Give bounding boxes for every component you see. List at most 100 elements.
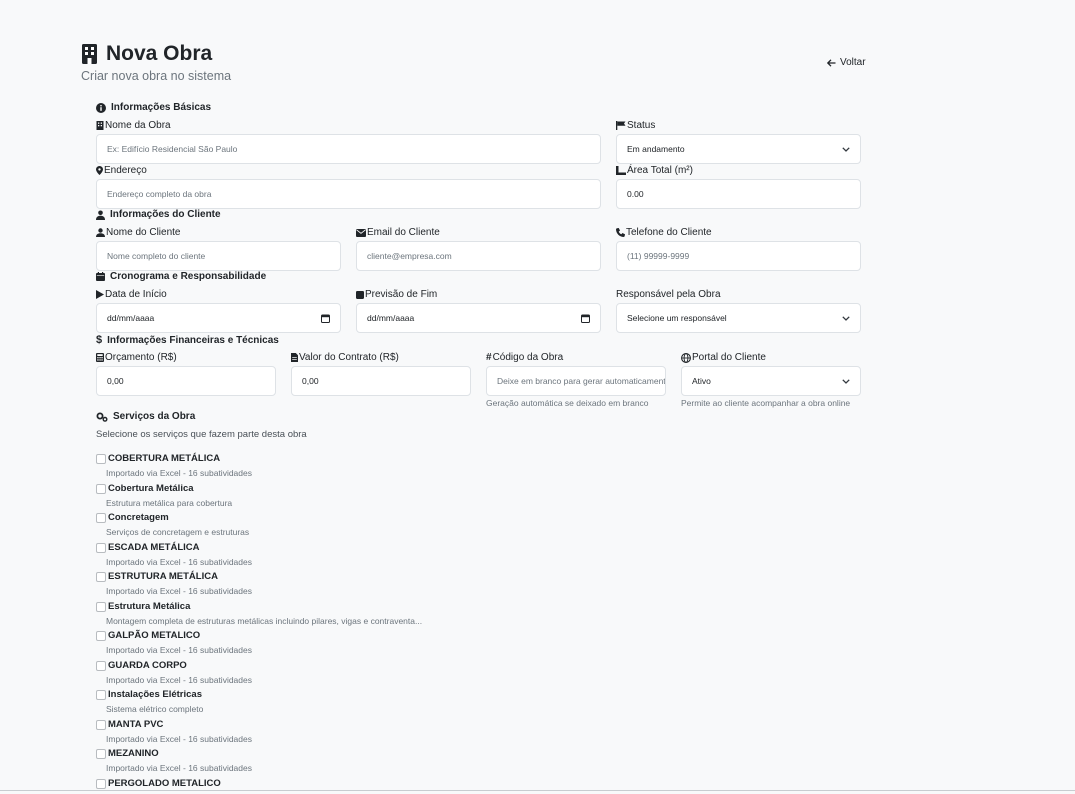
stop-icon <box>356 290 364 299</box>
client-email-label: Email do Cliente <box>356 227 440 238</box>
service-checkbox[interactable] <box>96 512 106 523</box>
building-icon <box>96 121 104 130</box>
budget-label: Orçamento (R$) <box>96 352 177 363</box>
service-name: Instalações Elétricas <box>108 689 202 700</box>
globe-icon <box>681 352 691 363</box>
service-checkbox[interactable] <box>96 630 106 641</box>
service-checkbox[interactable] <box>96 483 106 494</box>
service-item[interactable]: PERGOLADO METALICO <box>96 778 221 789</box>
chevron-down-icon <box>842 315 850 321</box>
page-title-text: Nova Obra <box>106 42 213 65</box>
service-checkbox[interactable] <box>96 689 106 700</box>
service-item[interactable]: ESTRUTURA METÁLICA <box>96 571 218 582</box>
service-description: Serviços de concretagem e estruturas <box>106 527 250 537</box>
area-label: Área Total (m²) <box>616 165 693 176</box>
budget-input[interactable]: 0,00 <box>96 366 276 396</box>
bottom-divider <box>0 790 1075 791</box>
section-client-info: Informações do Cliente <box>96 209 221 220</box>
service-name: GUARDA CORPO <box>108 660 187 671</box>
new-project-page: Nova Obra Criar nova obra no sistema Vol… <box>0 0 1075 790</box>
service-item[interactable]: GUARDA CORPO <box>96 660 187 671</box>
code-input[interactable]: Deixe em branco para gerar automaticamen… <box>486 366 666 396</box>
envelope-icon <box>356 228 366 237</box>
service-checkbox[interactable] <box>96 601 106 612</box>
end-date-input[interactable]: dd/mm/aaaa <box>356 303 601 333</box>
service-checkbox[interactable] <box>96 719 106 730</box>
calculator-icon <box>96 353 104 362</box>
phone-icon <box>616 228 625 237</box>
back-button[interactable]: Voltar <box>827 57 866 68</box>
responsible-select[interactable]: Selecione um responsável <box>616 303 861 333</box>
end-date-label: Previsão de Fim <box>356 289 437 300</box>
service-item[interactable]: Cobertura Metálica <box>96 483 194 494</box>
hashtag-icon: # <box>486 352 492 363</box>
responsible-label: Responsável pela Obra <box>616 289 721 300</box>
service-item[interactable]: MANTA PVC <box>96 719 163 730</box>
service-item[interactable]: MEZANINO <box>96 748 159 759</box>
file-contract-icon <box>291 353 298 362</box>
service-description: Sistema elétrico completo <box>106 704 204 714</box>
service-checkbox[interactable] <box>96 748 106 759</box>
page-title: Nova Obra <box>81 42 212 66</box>
client-email-input[interactable]: cliente@empresa.com <box>356 241 601 271</box>
code-help-text: Geração automática se deixado em branco <box>486 398 649 408</box>
service-description: Estrutura metálica para cobertura <box>106 498 233 508</box>
status-select[interactable]: Em andamento <box>616 134 861 164</box>
service-item[interactable]: Concretagem <box>96 512 169 523</box>
play-icon <box>96 290 104 299</box>
service-description: Importado via Excel - 16 subatividades <box>106 645 252 655</box>
service-description: Importado via Excel - 16 subatividades <box>106 586 252 596</box>
user-icon <box>96 228 105 237</box>
section-services: Serviços da Obra <box>96 411 195 422</box>
service-name: GALPÃO METALICO <box>108 630 201 641</box>
calendar-picker-icon[interactable] <box>321 314 330 323</box>
start-date-label: Data de Início <box>96 289 167 300</box>
contract-label: Valor do Contrato (R$) <box>291 352 399 363</box>
portal-select[interactable]: Ativo <box>681 366 861 396</box>
client-name-input[interactable]: Nome completo do cliente <box>96 241 341 271</box>
service-name: COBERTURA METÁLICA <box>108 453 221 464</box>
service-description: Montagem completa de estruturas metálica… <box>106 616 423 626</box>
project-name-input[interactable]: Ex: Edifício Residencial São Paulo <box>96 134 601 164</box>
building-icon <box>81 44 98 64</box>
service-checkbox[interactable] <box>96 571 106 582</box>
service-description: Importado via Excel - 16 subatividades <box>106 763 252 773</box>
portal-label: Portal do Cliente <box>681 352 766 363</box>
client-phone-input[interactable]: (11) 99999-9999 <box>616 241 861 271</box>
section-schedule: Cronograma e Responsabilidade <box>96 271 266 282</box>
service-item[interactable]: COBERTURA METÁLICA <box>96 453 220 464</box>
portal-help-text: Permite ao cliente acompanhar a obra onl… <box>681 398 851 408</box>
service-name: ESTRUTURA METÁLICA <box>108 571 218 582</box>
page-subtitle: Criar nova obra no sistema <box>81 69 232 83</box>
service-checkbox[interactable] <box>96 660 106 671</box>
service-description: Importado via Excel - 16 subatividades <box>106 675 252 685</box>
info-circle-icon <box>96 102 106 113</box>
service-name: Cobertura Metálica <box>108 483 194 494</box>
service-description: Importado via Excel - 16 subatividades <box>106 557 252 567</box>
area-input[interactable]: 0.00 <box>616 179 861 209</box>
section-basic-info: Informações Básicas <box>96 102 211 113</box>
service-name: Concretagem <box>108 512 169 523</box>
chevron-down-icon <box>842 146 850 152</box>
address-input[interactable]: Endereço completo da obra <box>96 179 601 209</box>
ruler-icon <box>616 166 626 175</box>
back-button-label: Voltar <box>840 57 866 68</box>
service-checkbox[interactable] <box>96 778 106 789</box>
service-name: MANTA PVC <box>108 719 164 730</box>
map-marker-icon <box>96 166 103 175</box>
service-item[interactable]: GALPÃO METALICO <box>96 630 200 641</box>
service-checkbox[interactable] <box>96 453 106 464</box>
service-name: MEZANINO <box>108 748 159 759</box>
service-description: Importado via Excel - 16 subatividades <box>106 468 252 478</box>
start-date-input[interactable]: dd/mm/aaaa <box>96 303 341 333</box>
service-item[interactable]: Instalações Elétricas <box>96 689 202 700</box>
service-item[interactable]: Estrutura Metálica <box>96 601 190 612</box>
services-subtitle: Selecione os serviços que fazem parte de… <box>96 429 307 440</box>
service-checkbox[interactable] <box>96 542 106 553</box>
section-financial: $ Informações Financeiras e Técnicas <box>96 334 279 346</box>
service-item[interactable]: ESCADA METÁLICA <box>96 542 199 553</box>
service-description: Importado via Excel - 16 subatividades <box>106 734 252 744</box>
calendar-picker-icon[interactable] <box>581 314 590 323</box>
contract-input[interactable]: 0,00 <box>291 366 471 396</box>
service-name: Estrutura Metálica <box>108 601 191 612</box>
